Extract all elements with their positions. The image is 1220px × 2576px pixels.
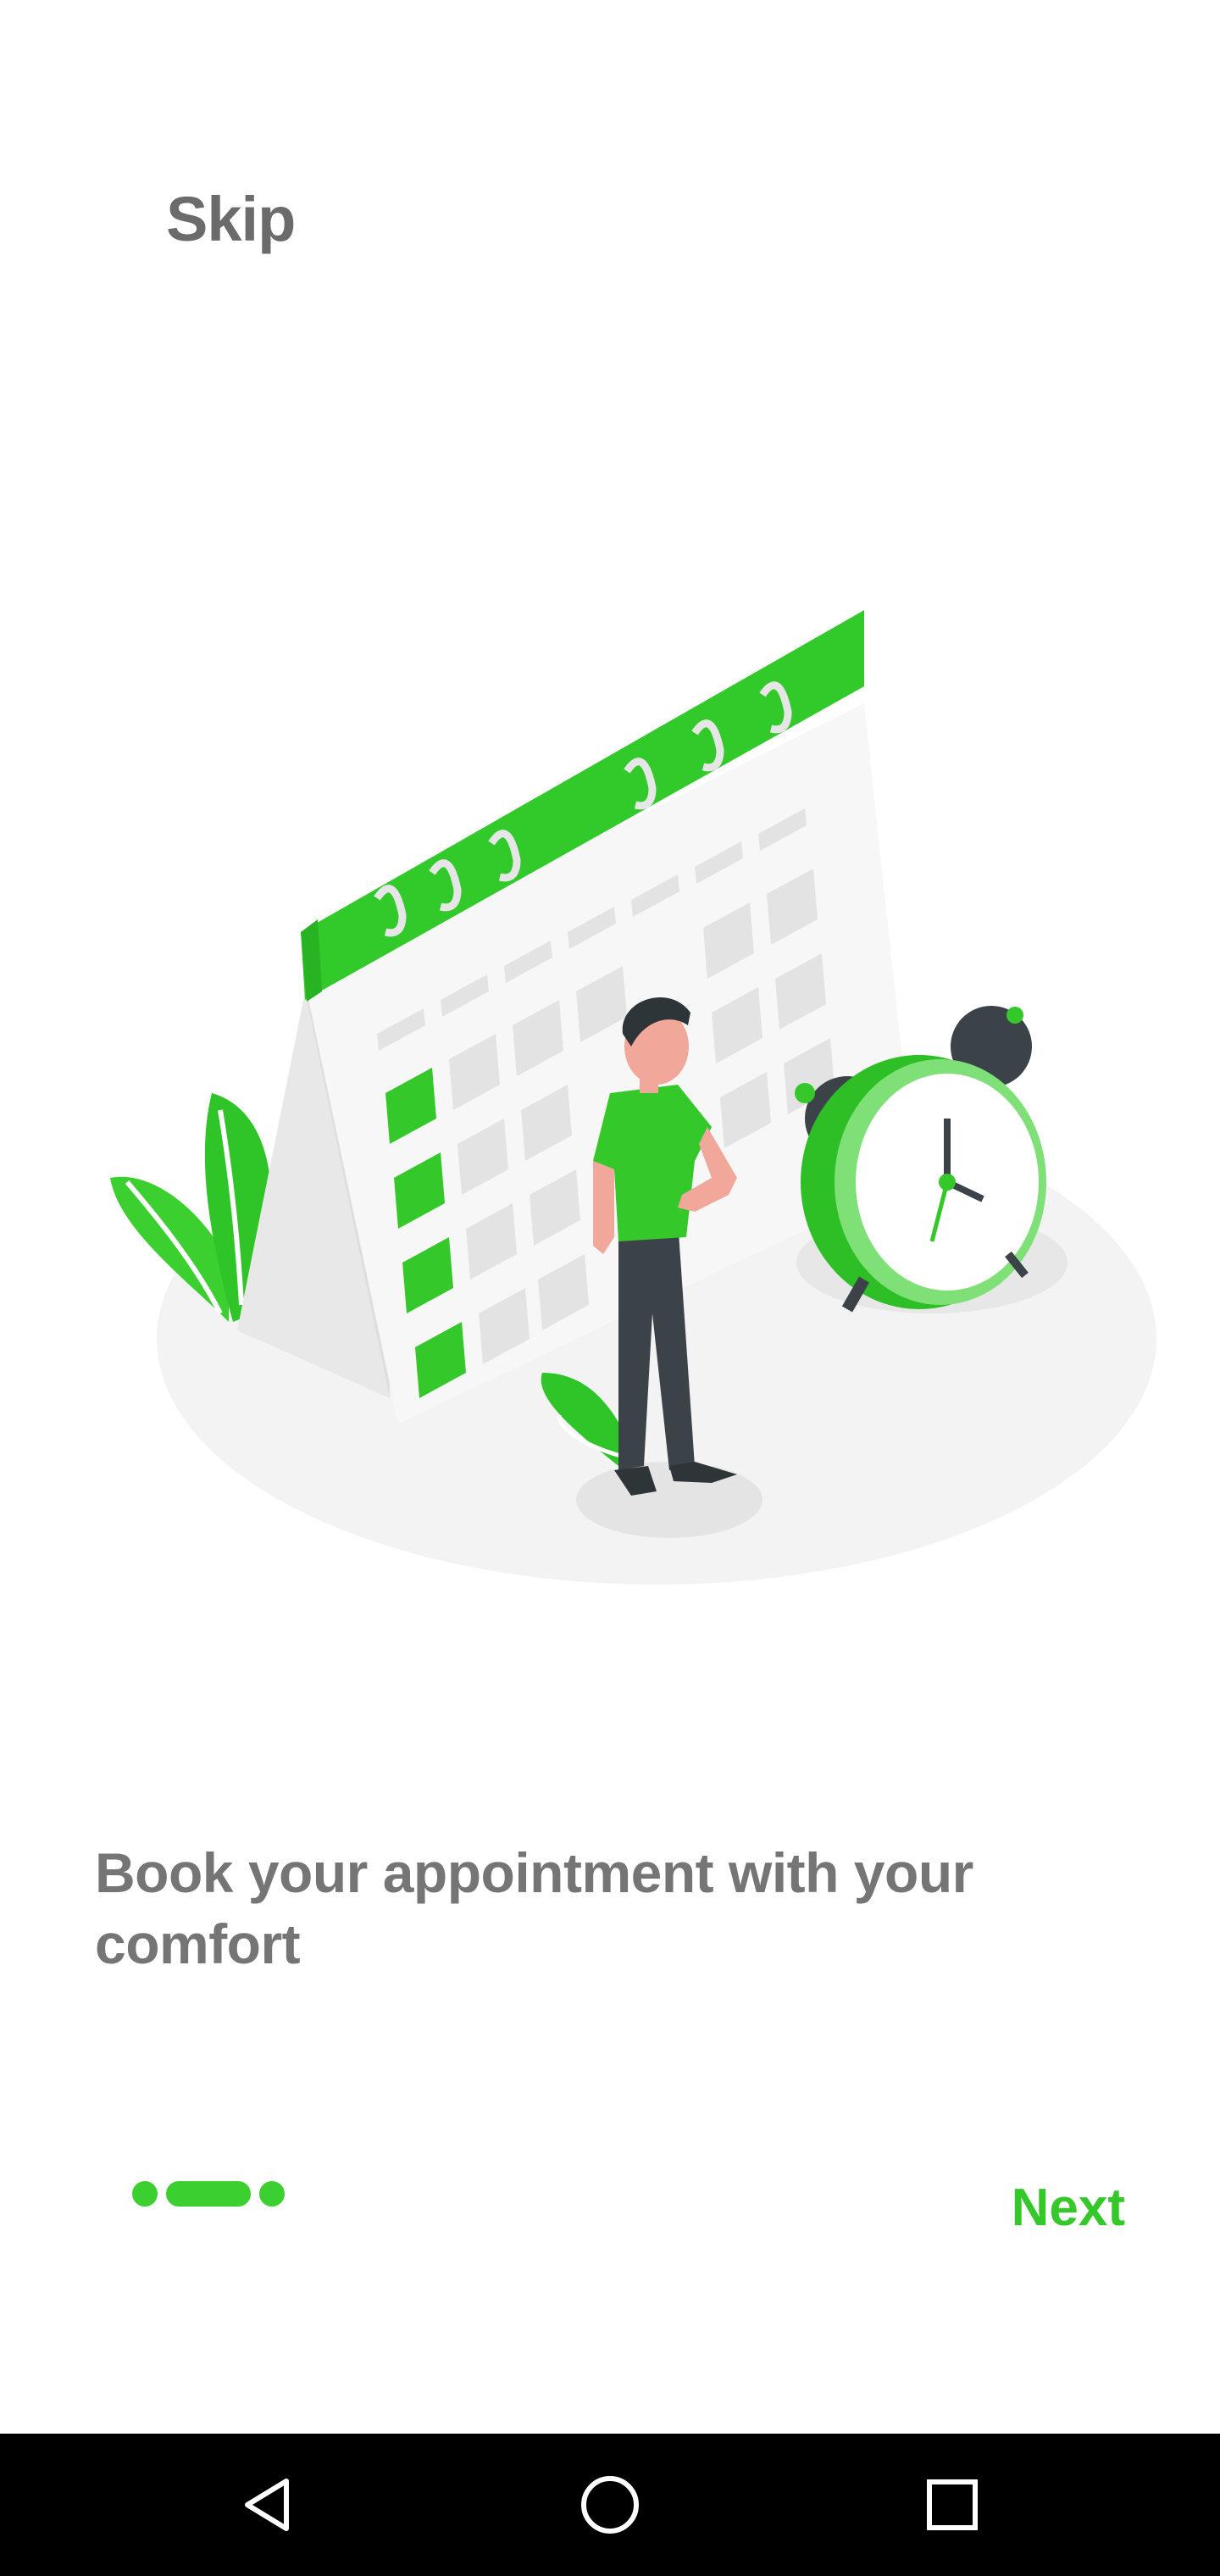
back-triangle-icon: [245, 2479, 289, 2531]
next-button[interactable]: Next: [1012, 2178, 1125, 2238]
home-circle-icon: [581, 2476, 639, 2534]
system-navigation-bar: [0, 2434, 1220, 2576]
onboarding-screen: Skip Book your appointment with your com…: [0, 0, 1220, 2576]
recents-button[interactable]: [881, 2434, 1023, 2576]
page-dot: [132, 2181, 158, 2207]
skip-button[interactable]: Skip: [166, 183, 296, 255]
page-indicator: [132, 2181, 285, 2207]
onboarding-headline: Book your appointment with your comfort: [95, 1841, 973, 1975]
page-dot-active: [166, 2181, 251, 2207]
calendar-clock-illustration: [110, 610, 1156, 1585]
home-button[interactable]: [539, 2434, 681, 2576]
page-dot: [259, 2181, 285, 2207]
recents-square-icon: [927, 2479, 978, 2530]
back-button[interactable]: [197, 2434, 339, 2576]
